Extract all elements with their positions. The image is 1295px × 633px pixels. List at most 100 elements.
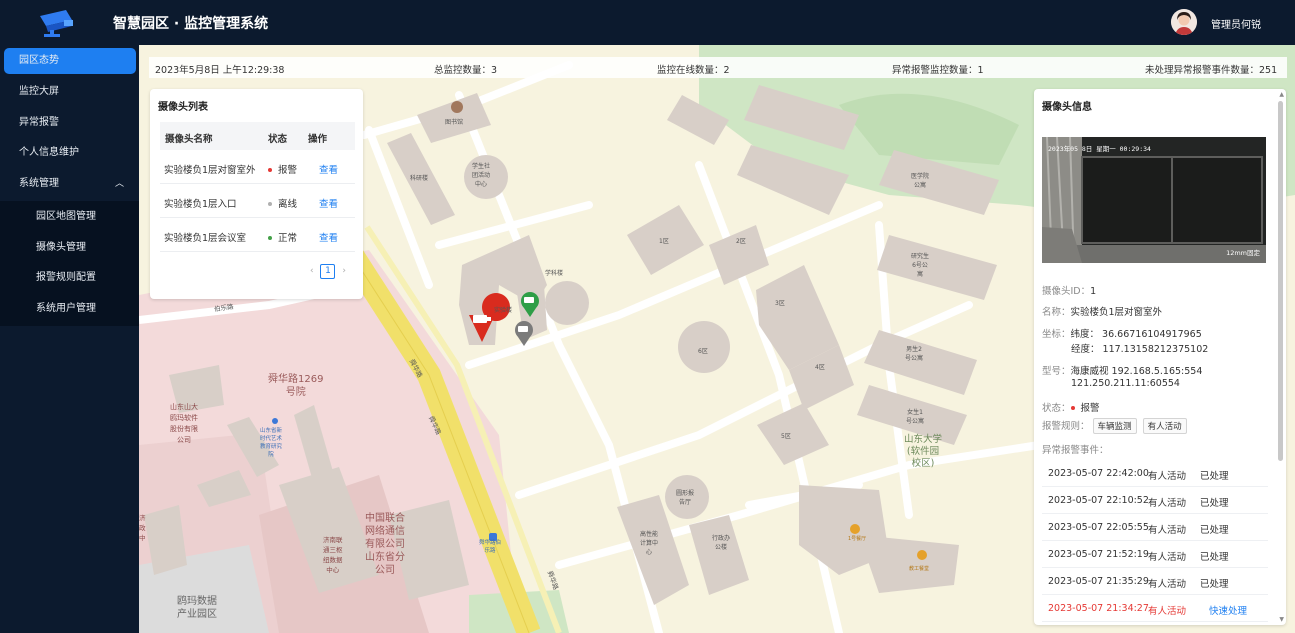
user-avatar[interactable] — [1171, 9, 1197, 35]
map-label-data-center: 济南联 通三枢 纽数据 中心 — [323, 536, 343, 574]
events-label-row: 异常报警事件： — [1042, 442, 1109, 456]
sidebar-item-label: 系统管理 — [19, 178, 59, 189]
camera-status-value: 报警 — [1080, 403, 1100, 414]
camera-model-row-2: 121.250.211.11:60554 — [1071, 378, 1180, 389]
col-name-header: 摄像头名称 — [165, 134, 213, 145]
restaurant-map-icon-2 — [917, 550, 927, 560]
map-label-med-dorm: 医学院 公寓 — [911, 173, 930, 189]
camera-logo-icon — [40, 10, 73, 37]
video-caption: 12mm固定 — [1226, 249, 1260, 257]
camera-info-panel: 摄像头信息 ▲ ▼ 2023年05 8日 星期一 00:29:34 12mm固定… — [1034, 89, 1286, 625]
camera-lng-value: 经度： 117.13158212375102 — [1071, 344, 1209, 355]
camera-id-row: 摄像头ID：1 — [1042, 283, 1096, 297]
sidebar-item-alarms[interactable]: 异常报警 — [4, 110, 136, 136]
camera-id-value: 1 — [1090, 286, 1097, 297]
prev-page-button[interactable]: ‹ — [310, 266, 314, 276]
event-type: 有人活动 — [1148, 606, 1187, 617]
scroll-up-icon[interactable]: ▲ — [1279, 91, 1284, 98]
alarm-rules-row: 报警规则： 车辆监测 有人活动 — [1042, 418, 1190, 434]
chevron-up-icon: ︿ — [114, 179, 124, 189]
map-label-library: 图书馆 — [445, 119, 464, 126]
sidebar-item-profile[interactable]: 个人信息维护 — [4, 140, 136, 166]
map-label-admin: 行政办 公楼 — [712, 535, 731, 551]
top-bar: 智慧园区 · 监控管理系统 管理员何锐 — [0, 0, 1295, 45]
campus-map[interactable]: 图书馆 科研楼 学生社 团活动 中心 学科楼 实验楼 1区 2区 3区 4区 5… — [139, 45, 1295, 633]
rule-tag-person: 有人活动 — [1142, 418, 1187, 434]
video-frame — [1042, 137, 1266, 263]
camera-name-row: 名称：实验楼负1层对窗室外 — [1042, 304, 1162, 318]
events-label: 异常报警事件： — [1042, 445, 1109, 456]
event-time: 2023-05-07 22:05:55 — [1048, 522, 1149, 533]
sidebar-item-park-situation[interactable]: 园区态势 — [4, 48, 136, 74]
camera-status-label: 状态： — [1042, 403, 1071, 414]
event-time: 2023-05-07 22:42:00 — [1048, 468, 1149, 479]
event-time: 2023-05-07 21:52:19 — [1048, 549, 1149, 560]
map-label-xueke: 学科楼 — [545, 270, 564, 277]
scrollbar[interactable] — [1278, 101, 1283, 461]
event-type: 有人活动 — [1148, 498, 1187, 509]
table-row[interactable]: 实验楼负1层入口 离线 查看 — [160, 184, 355, 218]
view-camera-link[interactable]: 查看 — [319, 162, 338, 176]
quick-handle-button[interactable]: 快速处理 — [1209, 603, 1247, 617]
map-label-female-dorm: 女生1 号公寓 — [906, 409, 925, 425]
video-timestamp: 2023年05 8日 星期一 00:29:34 — [1048, 145, 1151, 153]
camera-video-feed[interactable]: 2023年05 8日 星期一 00:29:34 12mm固定 — [1042, 137, 1266, 263]
map-label-shunhua-1269: 舜华路1269 号院 — [268, 374, 324, 398]
camera-status: 正常 — [268, 230, 297, 244]
camera-name-value: 实验楼负1层对窗室外 — [1070, 307, 1163, 318]
sidebar-item-map-management[interactable]: 园区地图管理 — [0, 204, 139, 230]
camera-lng-row: 经度： 117.13158212375102 — [1071, 341, 1208, 355]
map-label-ouma-software: 山东山大 鸥玛软件 股份有限 公司 — [170, 403, 198, 444]
unhandled-events: 未处理异常报警事件数量：251 — [1145, 65, 1278, 76]
event-type: 有人活动 — [1148, 552, 1187, 563]
map-label-research: 科研楼 — [410, 175, 429, 182]
sidebar-item-alarm-rules[interactable]: 报警规则配置 — [0, 265, 139, 291]
camera-coord-label: 坐标： — [1042, 329, 1071, 340]
map-label-canteen-2: 教工餐堂 — [909, 566, 930, 572]
map-label-art-institute: 山东省新 时代艺术 教育研究 院 — [260, 428, 283, 458]
event-time: 2023-05-07 22:10:52 — [1048, 495, 1149, 506]
camera-name: 实验楼负1层对窗室外 — [164, 165, 256, 176]
app-title: 智慧园区 · 监控管理系统 — [113, 16, 269, 32]
camera-status-row: 状态： 报警 — [1042, 400, 1100, 414]
event-row-alert: 2023-05-07 21:34:27 有人活动 快速处理 — [1042, 595, 1268, 622]
current-datetime: 2023年5月8日 上午12:29:38 — [155, 65, 285, 76]
camera-lat-value: 纬度： 36.66716104917965 — [1070, 329, 1202, 340]
page-1-button[interactable]: 1 — [320, 264, 336, 279]
sidebar-item-camera-management[interactable]: 摄像头管理 — [0, 235, 139, 261]
library-map-icon — [451, 101, 463, 113]
event-time: 2023-05-07 21:35:29 — [1048, 576, 1149, 587]
alarm-rules-label: 报警规则： — [1042, 421, 1090, 432]
view-camera-link[interactable]: 查看 — [319, 230, 338, 244]
event-type: 有人活动 — [1148, 471, 1187, 482]
sidebar-item-system[interactable]: 系统管理 ︿ — [4, 171, 136, 197]
scroll-down-icon[interactable]: ▼ — [1279, 616, 1284, 623]
map-label-grad-dorm: 研究生 6号公 寓 — [911, 253, 930, 278]
event-state: 已处理 — [1200, 471, 1229, 482]
event-row: 2023-05-07 22:10:52 有人活动 已处理 — [1042, 487, 1268, 514]
event-time: 2023-05-07 21:34:27 — [1048, 603, 1149, 614]
map-label-zone-5: 5区 — [781, 433, 791, 440]
event-row: 2023-05-07 21:35:29 有人活动 已处理 — [1042, 568, 1268, 595]
user-name[interactable]: 管理员何锐 — [1211, 16, 1261, 31]
table-row[interactable]: 实验楼负1层对窗室外 报警 查看 — [160, 150, 355, 184]
table-row[interactable]: 实验楼负1层会议室 正常 查看 — [160, 218, 355, 252]
event-row: 2023-05-07 22:05:55 有人活动 已处理 — [1042, 514, 1268, 541]
map-label-zone-3: 3区 — [775, 300, 785, 307]
map-label-zone-6: 6区 — [698, 348, 708, 355]
view-camera-link[interactable]: 查看 — [319, 196, 338, 210]
next-page-button[interactable]: › — [342, 266, 346, 276]
event-type: 有人活动 — [1148, 525, 1187, 536]
map-label-zone-4: 4区 — [815, 364, 825, 371]
col-status-header: 状态 — [268, 134, 288, 145]
map-label-unicom: 中国联合 网络通信 有限公司 山东省分 公司 — [365, 513, 405, 576]
sidebar-item-system-users[interactable]: 系统用户管理 — [0, 296, 139, 322]
camera-coord-row: 坐标：纬度： 36.66716104917965 — [1042, 326, 1202, 340]
event-state: 已处理 — [1200, 525, 1229, 536]
status-dot-icon — [268, 201, 272, 206]
map-label-zone-2: 2区 — [736, 238, 746, 245]
status-dot-icon — [268, 235, 272, 240]
camera-table-header: 摄像头名称 状态 操作 — [160, 122, 355, 150]
sidebar-item-monitor-screen[interactable]: 监控大屏 — [4, 79, 136, 105]
map-label-university: 山东大学 (软件园 校区) — [904, 434, 943, 469]
